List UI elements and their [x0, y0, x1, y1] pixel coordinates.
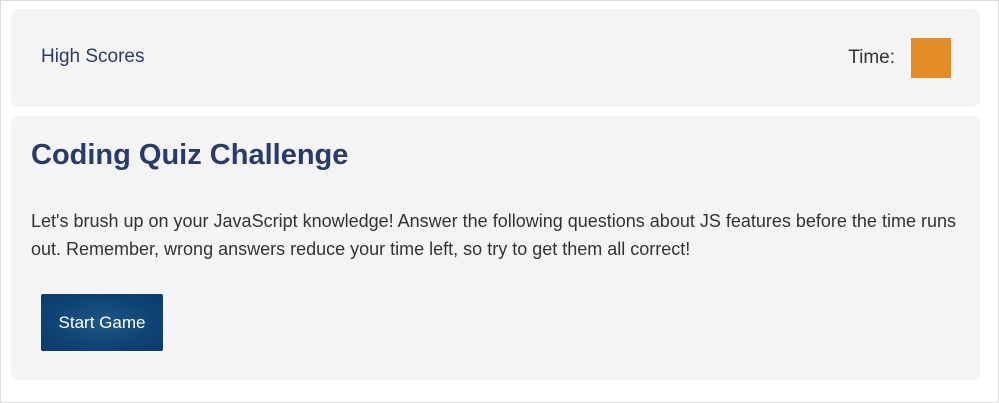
quiz-intro-card: Coding Quiz Challenge Let's brush up on …: [11, 116, 980, 380]
header-bar: High Scores Time:: [11, 9, 980, 107]
timer-value: [911, 38, 951, 78]
quiz-description: Let's brush up on your JavaScript knowle…: [31, 211, 956, 259]
start-game-button[interactable]: Start Game: [41, 294, 163, 351]
page-title: Coding Quiz Challenge: [31, 139, 349, 171]
high-scores-link[interactable]: High Scores: [41, 46, 145, 68]
timer: Time:: [848, 38, 951, 78]
timer-label: Time:: [848, 47, 895, 68]
